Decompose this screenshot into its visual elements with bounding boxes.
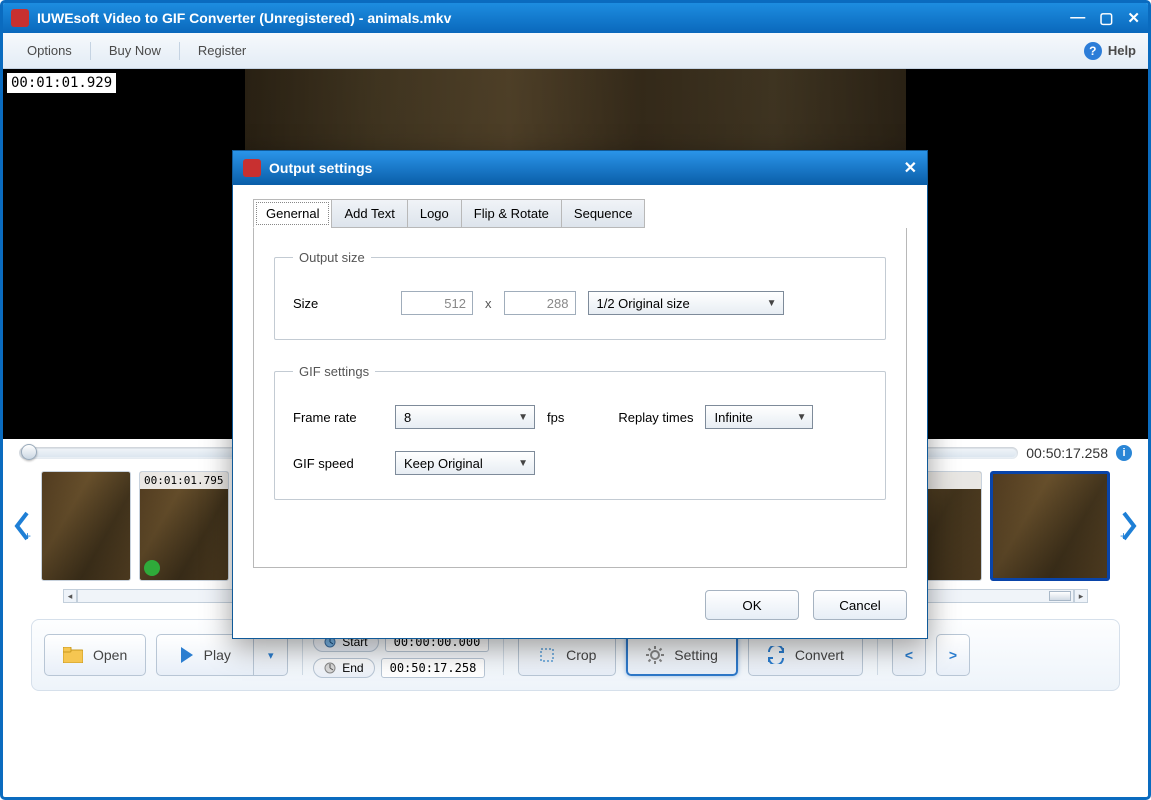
width-input[interactable] [401,291,473,315]
app-logo-icon [243,159,261,177]
play-label: Play [204,647,231,663]
svg-text:+: + [1120,529,1127,541]
separator [90,42,91,60]
output-size-legend: Output size [293,250,371,265]
replay-times-value: Infinite [714,410,752,425]
convert-icon [767,646,785,664]
duration-label: 00:50:17.258 [1026,445,1108,461]
info-icon[interactable]: i [1116,445,1132,461]
open-label: Open [93,647,127,663]
chevron-down-icon: ▼ [518,412,528,423]
thumbnail-selected[interactable] [990,471,1110,581]
thumbnail-timecode: 00:01:01.795 [140,472,228,489]
tab-general[interactable]: Genernal [253,199,332,228]
convert-label: Convert [795,647,844,663]
play-menu-button[interactable]: ▾ [254,634,288,676]
chevron-down-icon: ▾ [268,649,274,662]
menu-options[interactable]: Options [15,43,84,58]
fps-label: fps [547,410,564,425]
scroll-right-icon[interactable]: ▸ [1074,589,1088,603]
minimize-icon[interactable]: — [1070,9,1085,27]
chevron-right-icon: > [949,647,957,663]
cancel-button[interactable]: Cancel [813,590,907,620]
tab-add-text[interactable]: Add Text [331,199,407,228]
gif-settings-group: GIF settings Frame rate 8 ▼ fps Replay t… [274,364,886,500]
size-preset-select[interactable]: 1/2 Original size ▼ [588,291,784,315]
setting-label: Setting [674,647,718,663]
gif-settings-legend: GIF settings [293,364,375,379]
folder-icon [63,647,83,663]
play-icon [180,647,194,663]
separator [302,635,303,675]
output-settings-dialog: Output settings ✕ Genernal Add Text Logo… [232,150,928,639]
size-preset-value: 1/2 Original size [597,296,690,311]
crop-icon [538,646,556,664]
replay-times-select[interactable]: Infinite ▼ [705,405,813,429]
close-icon[interactable]: ✕ [1127,9,1140,27]
menu-help[interactable]: ? Help [1084,42,1136,60]
chevron-left-icon: < [905,647,913,663]
output-size-group: Output size Size x 1/2 Original size ▼ [274,250,886,340]
size-label: Size [293,296,389,311]
dialog-close-icon[interactable]: ✕ [904,158,917,178]
thumbs-next-icon[interactable]: + [1118,505,1140,547]
tab-sequence[interactable]: Sequence [561,199,646,228]
ok-button[interactable]: OK [705,590,799,620]
end-label: End [342,661,363,675]
menubar: Options Buy Now Register ? Help [3,33,1148,69]
chevron-down-icon: ▼ [518,458,528,469]
separator [503,635,504,675]
end-button[interactable]: End [313,658,374,678]
gear-icon [646,646,664,664]
app-logo-icon [11,9,29,27]
chevron-down-icon: ▼ [797,412,807,423]
convert-button[interactable]: Convert [748,634,863,676]
gif-speed-select[interactable]: Keep Original ▼ [395,451,535,475]
setting-button[interactable]: Setting [626,634,738,676]
window-title: IUWEsoft Video to GIF Converter (Unregis… [37,10,451,26]
next-small-button[interactable]: > [936,634,970,676]
crop-label: Crop [566,647,596,663]
height-input[interactable] [504,291,576,315]
frame-rate-label: Frame rate [293,410,383,425]
chevron-down-icon: ▼ [767,298,777,309]
frame-rate-select[interactable]: 8 ▼ [395,405,535,429]
thumbnail[interactable] [41,471,131,581]
clock-end-icon [324,662,336,674]
gif-speed-label: GIF speed [293,456,383,471]
help-icon: ? [1084,42,1102,60]
frame-rate-value: 8 [404,410,411,425]
end-time-input[interactable]: 00:50:17.258 [381,658,486,678]
play-button[interactable]: Play [156,634,254,676]
thumbs-prev-icon[interactable]: + [11,505,33,547]
help-label: Help [1108,43,1136,58]
thumbnail-badge-icon [144,560,160,576]
gif-speed-value: Keep Original [404,456,483,471]
open-button[interactable]: Open [44,634,146,676]
prev-small-button[interactable]: < [892,634,926,676]
svg-text:+: + [24,529,31,541]
menu-register[interactable]: Register [186,43,258,58]
scroll-left-icon[interactable]: ◂ [63,589,77,603]
scrollbar-thumb[interactable] [1049,591,1071,601]
x-label: x [485,296,492,311]
timeline-knob[interactable] [21,444,37,460]
maximize-icon[interactable]: ▢ [1099,9,1113,27]
preview-timecode: 00:01:01.929 [7,73,116,93]
separator [877,635,878,675]
dialog-title: Output settings [269,160,372,176]
menu-buy-now[interactable]: Buy Now [97,43,173,58]
thumbnail[interactable]: 00:01:01.795 [139,471,229,581]
dialog-titlebar: Output settings ✕ [233,151,927,185]
crop-button[interactable]: Crop [518,634,616,676]
tab-flip-rotate[interactable]: Flip & Rotate [461,199,562,228]
titlebar: IUWEsoft Video to GIF Converter (Unregis… [3,3,1148,33]
replay-times-label: Replay times [618,410,693,425]
separator [179,42,180,60]
tab-logo[interactable]: Logo [407,199,462,228]
